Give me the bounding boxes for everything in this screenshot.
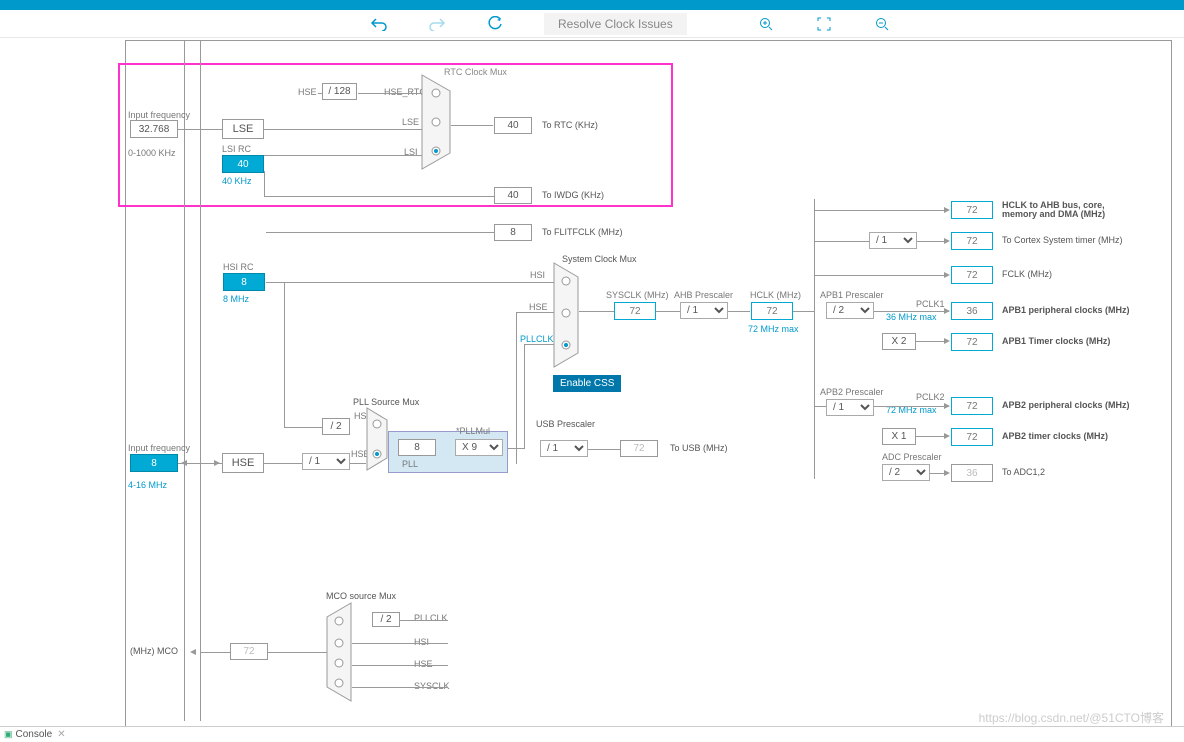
out-cortex-label: To Cortex System timer (MHz) <box>1002 235 1123 245</box>
lse-range: 0-1000 KHz <box>128 148 176 158</box>
pll-source-mux-label: PLL Source Mux <box>353 397 419 407</box>
out-apb1-periph-label: APB1 peripheral clocks (MHz) <box>1002 305 1130 315</box>
sysclk-label: SYSCLK (MHz) <box>606 290 669 300</box>
hsi-rc-label: HSI RC <box>223 262 254 272</box>
pllmul-label: *PLLMul <box>456 426 490 436</box>
hsi-value[interactable]: 8 <box>223 273 265 291</box>
usb-value: 72 <box>620 440 658 457</box>
out-apb2-periph: 72 <box>951 397 993 415</box>
pll-value: 8 <box>398 439 436 456</box>
pllmul-select[interactable]: X 9 <box>455 439 503 456</box>
sys-pllclk-label: PLLCLK <box>520 334 554 344</box>
to-rtc-label: To RTC (KHz) <box>542 120 598 130</box>
out-apb1-periph: 36 <box>951 302 993 320</box>
hse-rtc-label: HSE_RTC <box>384 87 426 97</box>
mco-hse-label: HSE <box>414 659 433 669</box>
hclk-max: 72 MHz max <box>748 324 799 334</box>
cortex-div-select[interactable]: / 1 <box>869 232 917 249</box>
apb1-prescaler-label: APB1 Prescaler <box>820 290 884 300</box>
adc-prescaler-select[interactable]: / 2 <box>882 464 930 481</box>
resolve-clock-issues-button[interactable]: Resolve Clock Issues <box>544 13 687 35</box>
apb2-x1: X 1 <box>882 428 916 445</box>
apb1-prescaler-select[interactable]: / 2 <box>826 302 874 319</box>
hse-div-select[interactable]: / 1 <box>302 453 350 470</box>
hclk-value[interactable]: 72 <box>751 302 793 320</box>
pclk1-label: PCLK1 <box>916 299 945 309</box>
lse-block[interactable]: LSE <box>222 119 264 139</box>
watermark: https://blog.csdn.net/@51CTO博客 <box>979 709 1164 726</box>
system-clock-mux[interactable] <box>554 263 584 372</box>
mco-mux-label: MCO source Mux <box>326 591 396 601</box>
lsi-range: 40 KHz <box>222 176 252 186</box>
out-fclk: 72 <box>951 266 993 284</box>
bottom-bar: ▣ Console ✕ <box>0 726 1184 742</box>
sys-hse-label: HSE <box>529 302 548 312</box>
out-apb2-timer: 72 <box>951 428 993 446</box>
usb-label: To USB (MHz) <box>670 443 728 453</box>
redo-icon[interactable] <box>428 15 446 33</box>
lse-input-value[interactable]: 32.768 <box>130 120 178 138</box>
toolbar: Resolve Clock Issues <box>0 10 1184 38</box>
zoom-in-icon[interactable] <box>757 15 775 33</box>
hse-block[interactable]: HSE <box>222 453 264 473</box>
lse-mux-label: LSE <box>402 117 419 127</box>
mco-sysclk-label: SYSCLK <box>414 681 450 691</box>
console-icon: ▣ <box>4 729 13 740</box>
ahb-prescaler-label: AHB Prescaler <box>674 290 733 300</box>
usb-prescaler-label: USB Prescaler <box>536 419 595 429</box>
hsi-note: 8 MHz <box>223 294 249 304</box>
hclk-label: HCLK (MHz) <box>750 290 801 300</box>
out-cortex: 72 <box>951 232 993 250</box>
out-hclk-ahb: 72 <box>951 201 993 219</box>
mco-pllclk-label: PLLCLK <box>414 613 448 623</box>
usb-prescaler-select[interactable]: / 1 <box>540 440 588 457</box>
out-apb1-timer-label: APB1 Timer clocks (MHz) <box>1002 336 1110 346</box>
out-adc-label: To ADC1,2 <box>1002 467 1045 477</box>
sysclk-value[interactable]: 72 <box>614 302 656 320</box>
pll-label: PLL <box>402 459 418 469</box>
hse-div128: / 128 <box>322 83 357 100</box>
input-freq-hse-label: Input frequency <box>128 443 190 453</box>
console-label[interactable]: Console <box>16 729 53 740</box>
hsi-div2: / 2 <box>322 418 350 435</box>
to-iwdg-label: To IWDG (KHz) <box>542 190 604 200</box>
apb2-prescaler-select[interactable]: / 1 <box>826 399 874 416</box>
adc-prescaler-label: ADC Prescaler <box>882 452 942 462</box>
out-hclk-ahb-label: HCLK to AHB bus, core, memory and DMA (M… <box>1002 201 1142 220</box>
apb1-x2: X 2 <box>882 333 916 350</box>
highlight-rtc <box>118 63 673 207</box>
hse-range: 4-16 MHz <box>128 480 167 490</box>
to-rtc-value: 40 <box>494 117 532 134</box>
lsi-value[interactable]: 40 <box>222 155 264 173</box>
out-apb1-timer: 72 <box>951 333 993 351</box>
mco-out-value: 72 <box>230 643 268 660</box>
zoom-out-icon[interactable] <box>873 15 891 33</box>
fit-icon[interactable] <box>815 15 833 33</box>
pclk2-label: PCLK2 <box>916 392 945 402</box>
undo-icon[interactable] <box>370 15 388 33</box>
out-apb2-periph-label: APB2 peripheral clocks (MHz) <box>1002 400 1130 410</box>
out-adc: 36 <box>951 464 993 482</box>
pclk1-max: 36 MHz max <box>886 312 937 322</box>
clock-canvas: RTC Clock Mux Input frequency 32.768 0-1… <box>125 40 1172 727</box>
mco-output-label: (MHz) MCO <box>130 646 178 656</box>
flitfclk-label: To FLITFCLK (MHz) <box>542 227 623 237</box>
out-apb2-timer-label: APB2 timer clocks (MHz) <box>1002 431 1108 441</box>
sys-hsi-label: HSI <box>530 270 545 280</box>
mco-mux[interactable] <box>327 603 357 706</box>
lsi-rc-label: LSI RC <box>222 144 251 154</box>
mco-div2: / 2 <box>372 612 400 627</box>
out-fclk-label: FCLK (MHz) <box>1002 269 1052 279</box>
ahb-prescaler-select[interactable]: / 1 <box>680 302 728 319</box>
to-iwdg-value: 40 <box>494 187 532 204</box>
hse-input-value[interactable]: 8 <box>130 454 178 472</box>
input-freq-lse-label: Input frequency <box>128 110 190 120</box>
flitfclk-value: 8 <box>494 224 532 241</box>
mco-hsi-label: HSI <box>414 637 429 647</box>
enable-css-button[interactable]: Enable CSS <box>553 375 621 392</box>
refresh-icon[interactable] <box>486 15 504 33</box>
apb2-prescaler-label: APB2 Prescaler <box>820 387 884 397</box>
hse-label-rtc: HSE <box>298 87 317 97</box>
